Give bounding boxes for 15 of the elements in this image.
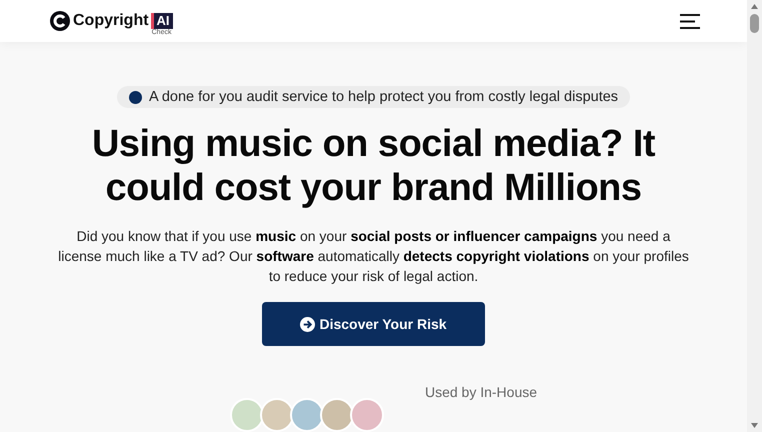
scroll-up-icon[interactable] bbox=[751, 4, 758, 9]
logo-badge: AI bbox=[150, 13, 173, 29]
scrollbar[interactable] bbox=[747, 0, 762, 432]
dot-icon bbox=[128, 90, 142, 104]
scroll-down-icon[interactable] bbox=[751, 423, 758, 428]
hero-description: Did you know that if you use music on your social posts or influencer campaigns you need a license much like a TV ad? Our software automatically detects copyright violations on your profiles to reduce your risk of legal action. bbox=[57, 227, 690, 286]
hero-heading: Using music on social media? It could cost your brand Millions bbox=[90, 122, 656, 210]
tagline-text: A done for you audit service to help protect you from costly legal disputes bbox=[148, 89, 618, 105]
logo-c-icon bbox=[49, 10, 71, 32]
menu-icon[interactable] bbox=[680, 14, 700, 28]
used-by-text: Used by In-House bbox=[424, 384, 538, 400]
logo-text: Copyright bbox=[73, 12, 149, 30]
arrow-circle-icon bbox=[300, 316, 316, 332]
scrollbar-thumb[interactable] bbox=[750, 14, 759, 33]
discover-risk-button[interactable]: Discover Your Risk bbox=[262, 302, 485, 346]
